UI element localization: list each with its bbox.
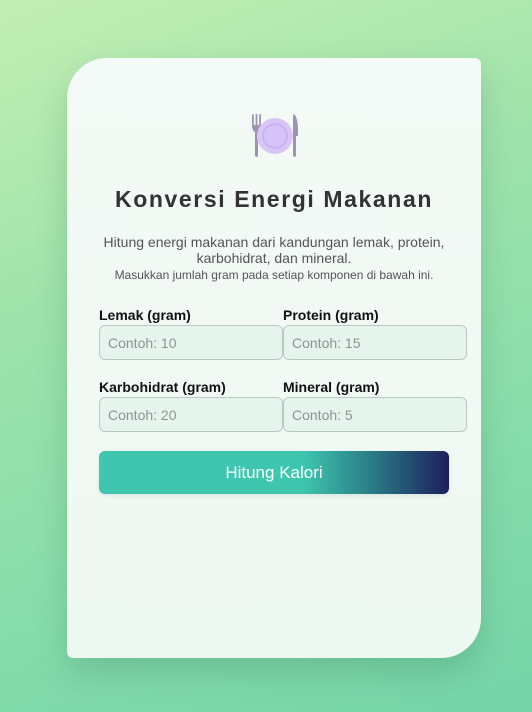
fat-input[interactable]	[99, 325, 283, 360]
fat-label: Lemak (gram)	[99, 307, 191, 323]
fat-field: Lemak (gram)	[99, 307, 283, 360]
protein-field: Protein (gram)	[283, 307, 467, 360]
input-hint: Masukkan jumlah gram pada setiap kompone…	[114, 268, 434, 282]
protein-label: Protein (gram)	[283, 307, 379, 323]
calculator-card: Konversi Energi Makanan Hitung energi ma…	[67, 58, 481, 658]
mineral-field: Mineral (gram)	[283, 379, 467, 432]
mineral-input[interactable]	[283, 397, 467, 432]
page-subtitle: Hitung energi makanan dari kandungan lem…	[103, 234, 445, 266]
carbs-label: Karbohidrat (gram)	[99, 379, 226, 395]
carbs-input[interactable]	[99, 397, 283, 432]
carbs-field: Karbohidrat (gram)	[99, 379, 283, 432]
page-title: Konversi Energi Makanan	[115, 186, 433, 212]
protein-input[interactable]	[283, 325, 467, 360]
calculate-calories-button[interactable]: Hitung Kalori	[99, 451, 449, 494]
mineral-label: Mineral (gram)	[283, 379, 380, 395]
plate-cutlery-icon	[252, 114, 298, 157]
